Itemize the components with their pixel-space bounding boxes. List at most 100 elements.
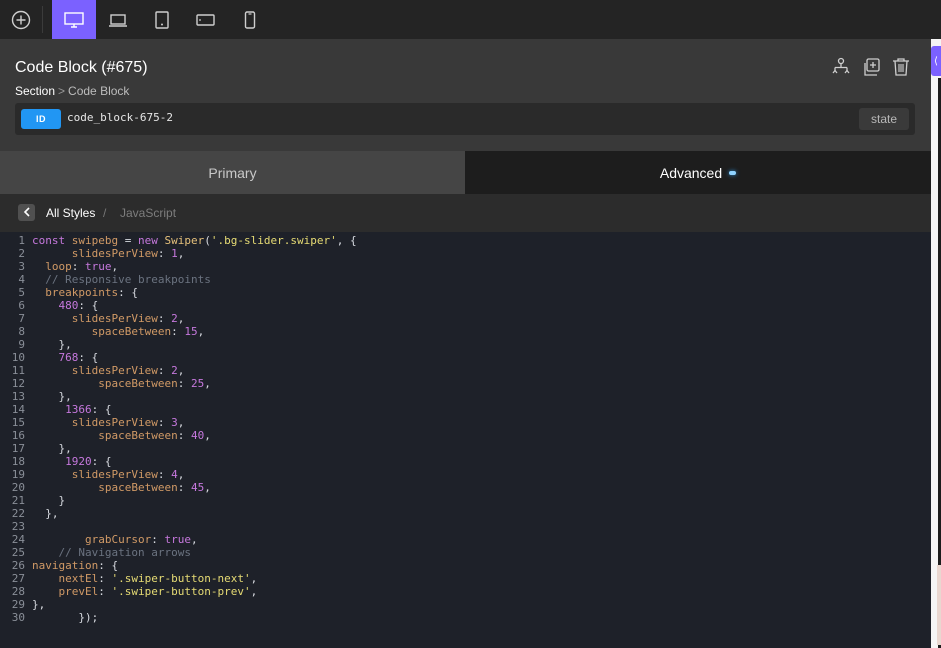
code-text: nextEl: '.swiper-button-next', [58, 572, 258, 585]
code-text: slidesPerView: 1, [71, 247, 185, 260]
line-number: 16 [11, 429, 25, 442]
code-line: 22 }, [0, 507, 357, 520]
tablet-landscape-icon [196, 13, 216, 27]
line-number: 25 [11, 546, 25, 559]
code-line: 29}, [0, 598, 357, 611]
trash-icon[interactable] [891, 56, 911, 78]
line-number: 27 [11, 572, 25, 585]
code-text: prevEl: '.swiper-button-prev', [58, 585, 258, 598]
code-line: 21 } [0, 494, 357, 507]
structure-icon[interactable] [831, 56, 851, 78]
all-styles-link[interactable]: All Styles [46, 206, 95, 220]
code-line: 30 }); [0, 611, 357, 624]
code-text: spaceBetween: 15, [91, 325, 205, 338]
back-button[interactable] [18, 204, 35, 221]
mobile-icon [243, 10, 257, 29]
collapse-panel-handle[interactable]: ⟨ [931, 46, 941, 76]
device-desktop-button[interactable] [52, 0, 96, 39]
selector-name[interactable]: code_block-675-2 [67, 111, 173, 124]
code-text: 1366: { [65, 403, 112, 416]
element-actions [831, 56, 911, 78]
tab-primary[interactable]: Primary [0, 151, 465, 194]
code-text: 768: { [58, 351, 99, 364]
code-line: 12 spaceBetween: 25, [0, 377, 357, 390]
device-tablet-landscape-button[interactable] [184, 0, 228, 39]
duplicate-icon[interactable] [861, 56, 881, 78]
code-editor[interactable]: 1 const swipebg = new Swiper('.bg-slider.… [0, 232, 931, 648]
code-text: }, [32, 338, 72, 351]
line-number: 22 [11, 507, 25, 520]
code-line: 25 // Navigation arrows [0, 546, 357, 559]
device-tablet-portrait-button[interactable] [140, 0, 184, 39]
selector-bar: ID code_block-675-2 state [15, 103, 915, 135]
id-badge[interactable]: ID [21, 109, 61, 129]
code-line: 10 768: { [0, 351, 357, 364]
line-number: 3 [18, 260, 25, 273]
panel-tabs: Primary Advanced [0, 151, 931, 194]
line-number: 26 [11, 559, 25, 572]
line-number: 10 [11, 351, 25, 364]
code-text: 480: { [58, 299, 99, 312]
line-number: 1 [18, 234, 25, 247]
code-line: 9 }, [0, 338, 357, 351]
code-text: loop: true, [45, 260, 119, 273]
device-mobile-button[interactable] [228, 0, 272, 39]
line-number: 24 [11, 533, 25, 546]
code-text: }, [32, 598, 46, 611]
code-text: spaceBetween: 45, [98, 481, 211, 494]
code-line: 16 spaceBetween: 40, [0, 429, 357, 442]
desktop-icon [64, 11, 84, 29]
code-text: spaceBetween: 40, [98, 429, 211, 442]
code-text: }); [32, 611, 99, 624]
code-line: 23 [0, 520, 357, 533]
line-number: 7 [18, 312, 25, 325]
code-line: 11 slidesPerView: 2, [0, 364, 357, 377]
line-number: 5 [18, 286, 25, 299]
line-number: 29 [11, 598, 25, 611]
tab-advanced[interactable]: Advanced [465, 151, 931, 194]
line-number: 11 [11, 364, 25, 377]
line-number: 20 [11, 481, 25, 494]
plus-circle-icon [11, 10, 31, 30]
element-title: Code Block (#675) [15, 59, 148, 76]
line-number: 8 [18, 325, 25, 338]
line-number: 23 [11, 520, 25, 533]
code-text: navigation: { [32, 559, 119, 572]
line-number: 17 [11, 442, 25, 455]
line-number: 19 [11, 468, 25, 481]
code-line: 2 slidesPerView: 1, [0, 247, 357, 260]
line-number: 4 [18, 273, 25, 286]
code-text: }, [32, 442, 72, 455]
add-element-button[interactable] [0, 0, 42, 39]
code-line: 20 spaceBetween: 45, [0, 481, 357, 494]
tab-label: Advanced [659, 164, 723, 181]
subnav-current: JavaScript [120, 206, 177, 220]
code-text: slidesPerView: 4, [71, 468, 185, 481]
code-text: }, [32, 390, 72, 403]
chevron-left-icon: ⟨ [934, 55, 938, 67]
breadcrumb-parent[interactable]: Section [15, 84, 55, 98]
panel-header: Code Block (#675) Section > Code Block ID … [0, 39, 931, 151]
code-text: const swipebg = new Swiper('.bg-slider.s… [32, 234, 357, 247]
code-text: breakpoints: { [45, 286, 138, 299]
top-toolbar [0, 0, 941, 39]
code-line: 15 slidesPerView: 3, [0, 416, 357, 429]
code-line: 3 loop: true, [0, 260, 357, 273]
code-lines: 1 const swipebg = new Swiper('.bg-slider.… [0, 234, 357, 624]
code-text: // Navigation arrows [58, 546, 191, 559]
code-text: slidesPerView: 2, [71, 312, 185, 325]
builder-window: Code Block (#675) Section > Code Block ID … [0, 0, 941, 648]
device-laptop-button[interactable] [96, 0, 140, 39]
laptop-icon [108, 12, 128, 28]
code-text: grabCursor: true, [84, 533, 198, 546]
state-button[interactable]: state [859, 108, 909, 130]
properties-panel: Code Block (#675) Section > Code Block ID … [0, 39, 931, 648]
line-number: 21 [11, 494, 25, 507]
code-line: 8 spaceBetween: 15, [0, 325, 357, 338]
code-text: // Responsive breakpoints [45, 273, 211, 286]
code-line: 1 const swipebg = new Swiper('.bg-slider.… [0, 234, 357, 247]
subnav-separator: / [103, 206, 107, 220]
breadcrumb-current: Code Block [68, 84, 130, 98]
line-number: 28 [11, 585, 25, 598]
line-number: 6 [18, 299, 25, 312]
